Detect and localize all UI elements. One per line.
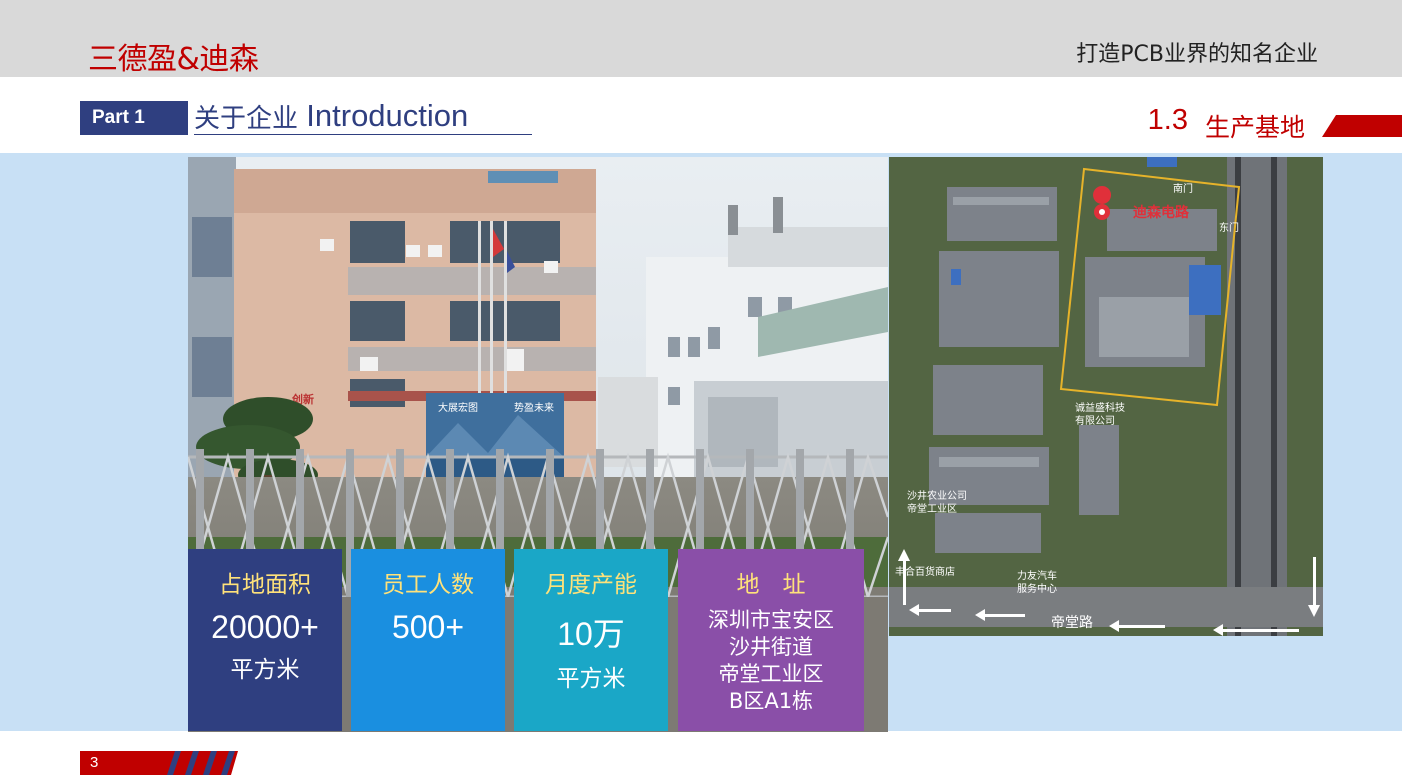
- stat-area-unit: 平方米: [230, 657, 300, 683]
- map-poi-1a: 诚益盛科技: [1075, 401, 1125, 414]
- map-poi-1b: 有限公司: [1075, 414, 1115, 427]
- map-poi-4a: 力友汽车: [1017, 569, 1057, 582]
- footer-stripes-decoration: [153, 751, 238, 775]
- map-poi-2a: 沙井农业公司: [907, 489, 967, 502]
- stat-staff-value: 500+: [391, 609, 465, 645]
- map-gate-south: 南门: [1173, 182, 1193, 195]
- stat-staff-label: 员工人数: [382, 572, 474, 598]
- subsection-number: 1.3: [1147, 104, 1188, 136]
- stat-card-address: 地 址 深圳市宝安区 沙井街道 帝堂工业区 B区A1栋: [678, 549, 864, 731]
- part-badge: Part 1: [80, 101, 188, 135]
- map-poi-2b: 帝堂工业区: [907, 502, 957, 515]
- address-line-2: 沙井街道: [729, 635, 813, 659]
- map-pin-label: 迪森电路: [1133, 204, 1190, 221]
- subsection-tab-shape: [1322, 115, 1402, 137]
- stat-address-label: 地 址: [736, 572, 806, 598]
- address-line-3: 帝堂工业区: [718, 662, 824, 686]
- mural-text-2: 势盈未来: [514, 401, 554, 414]
- section-title-en: Introduction: [306, 98, 469, 133]
- brand-title: 三德盈&迪森: [88, 42, 259, 77]
- satellite-map: 迪森电路 南门 东门 诚益盛科技 有限公司 沙井农业公司 帝堂工业区 丰合百货商…: [889, 157, 1323, 636]
- header-slogan: 打造PCB业界的知名企业: [1076, 42, 1318, 67]
- address-line-1: 深圳市宝安区: [708, 608, 834, 632]
- map-poi-4b: 服务中心: [1017, 582, 1057, 595]
- page-number: 3: [80, 751, 153, 775]
- subsection-title: 生产基地: [1205, 113, 1306, 142]
- map-road-label: 帝堂路: [1051, 615, 1093, 631]
- stat-card-staff: 员工人数 500+: [351, 549, 505, 731]
- stat-address-text: 深圳市宝安区 沙井街道 帝堂工业区 B区A1栋: [678, 607, 864, 715]
- stat-card-area: 占地面积 20000+ 平方米: [188, 549, 342, 731]
- stat-area-label: 占地面积: [219, 572, 311, 598]
- stat-capacity-unit: 平方米: [556, 666, 626, 692]
- stat-capacity-label: 月度产能: [545, 572, 637, 598]
- stat-area-value: 20000+: [211, 609, 319, 645]
- stat-capacity-value: 10万: [557, 616, 625, 652]
- address-line-4: B区A1栋: [728, 689, 814, 713]
- map-gate-east: 东门: [1219, 221, 1239, 234]
- section-title: 关于企业 Introduction: [194, 98, 532, 135]
- mural-text-1: 大展宏图: [438, 401, 478, 414]
- stat-card-capacity: 月度产能 10万 平方米: [514, 549, 668, 731]
- section-title-cn: 关于企业: [194, 104, 299, 134]
